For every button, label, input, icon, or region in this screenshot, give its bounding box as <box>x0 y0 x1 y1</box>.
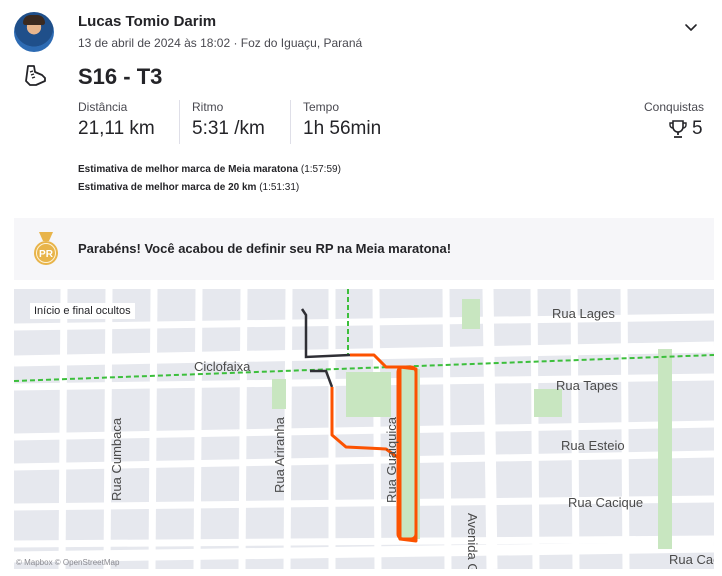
street-label: Rua Esteio <box>561 438 625 453</box>
achievements-label: Conquistas <box>644 100 705 114</box>
street-label: Rua Cac <box>669 552 714 567</box>
stat-distance: Distância 21,11 km <box>78 100 188 144</box>
street-label: Rua Ariranha <box>272 417 287 493</box>
stat-value: 21,11 km <box>78 118 155 139</box>
stat-value: 1h 56min <box>303 118 382 139</box>
street-label: Rua Guaiquica <box>384 417 399 503</box>
svg-text:PR: PR <box>39 249 54 260</box>
street-label: Rua Cacique <box>568 495 644 510</box>
hidden-start-end-label: Início e final ocultos <box>30 303 135 319</box>
activity-header: Lucas Tomio Darim 13 de abril de 2024 às… <box>14 10 714 70</box>
running-shoe-icon <box>25 65 46 86</box>
best-effort-estimates: Estimativa de melhor marca de Meia marat… <box>78 161 341 197</box>
street-label: Rua Lages <box>552 306 615 321</box>
street-label: Avenida Garib <box>465 513 480 569</box>
stat-label: Ritmo <box>192 100 224 114</box>
pr-medal-icon: PR <box>34 232 58 265</box>
stat-value: 5:31 /km <box>192 118 265 139</box>
street-label: Ciclofaixa <box>194 359 251 374</box>
estimate-row: Estimativa de melhor marca de Meia marat… <box>78 164 341 175</box>
trophy-icon <box>669 120 687 138</box>
stat-label: Distância <box>78 100 128 114</box>
achievements[interactable]: Conquistas 5 <box>644 100 722 139</box>
avatar[interactable] <box>14 12 54 52</box>
achievements-count: 5 <box>692 118 703 139</box>
pr-message: Parabéns! Você acabou de definir seu RP … <box>78 241 452 256</box>
activity-title[interactable]: S16 - T3 <box>78 64 162 90</box>
stat-label: Tempo <box>303 100 340 114</box>
chevron-down-icon[interactable] <box>684 20 698 34</box>
athlete-name[interactable]: Lucas Tomio Darim <box>78 13 216 30</box>
estimate-row: Estimativa de melhor marca de 20 km (1:5… <box>78 182 300 193</box>
street-label: Rua Tapes <box>556 378 618 393</box>
stat-pace: Ritmo 5:31 /km <box>179 100 289 144</box>
route-map[interactable]: Início e final ocultos Rua Lages Rua Tap… <box>14 289 714 569</box>
stat-time: Tempo 1h 56min <box>290 100 400 144</box>
street-label: Rua Cumbaca <box>109 417 124 501</box>
activity-date-location: 13 de abril de 2024 às 18:02 · Foz do Ig… <box>78 36 363 50</box>
pr-banner[interactable]: PR Parabéns! Você acabou de definir seu … <box>14 218 714 280</box>
map-attribution[interactable]: © Mapbox © OpenStreetMap <box>16 558 119 567</box>
